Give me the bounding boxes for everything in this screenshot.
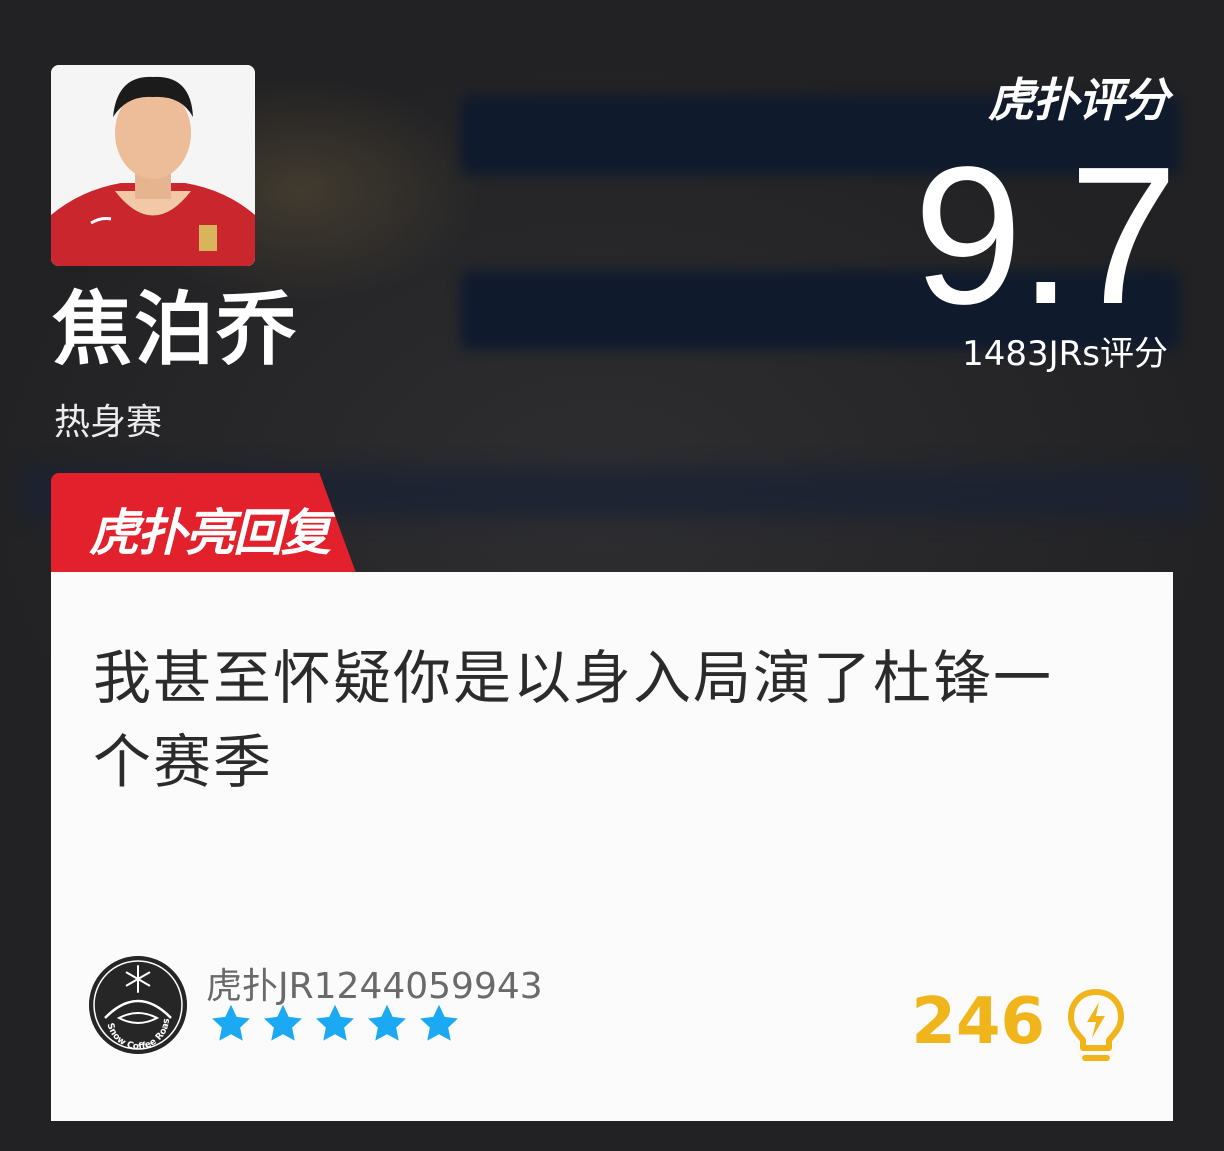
user-avatar[interactable]: Snow Coffee Roastery [89, 956, 187, 1054]
star-icon [212, 1004, 250, 1041]
comment-card: 我甚至怀疑你是以身入局演了杜锋一个赛季 Snow Coffee Roastery… [51, 572, 1173, 1121]
rating-score: 9.7 [913, 126, 1178, 345]
star-icon [368, 1004, 406, 1041]
highlight-reply-tag: 虎扑亮回复 JR [51, 473, 356, 573]
hupu-rating-logo: JR 虎扑评分 [988, 64, 1169, 130]
player-photo [51, 65, 255, 266]
brand-rating-text: 虎扑评分 [988, 73, 1169, 127]
star-icon [264, 1004, 302, 1041]
like-count: 246 [911, 985, 1045, 1059]
comment-text: 我甚至怀疑你是以身入局演了杜锋一个赛季 [93, 644, 1054, 796]
game-type: 热身赛 [54, 402, 163, 443]
rating-count: 1483JRs评分 [962, 334, 1168, 374]
lightbulb-lightning-icon[interactable] [1067, 988, 1125, 1068]
star-icon [316, 1004, 354, 1041]
player-name: 焦泊乔 [52, 283, 298, 376]
highlight-reply-label: 虎扑亮回复 [89, 504, 331, 562]
star-icon [420, 1004, 458, 1041]
user-star-rating [209, 1002, 461, 1046]
